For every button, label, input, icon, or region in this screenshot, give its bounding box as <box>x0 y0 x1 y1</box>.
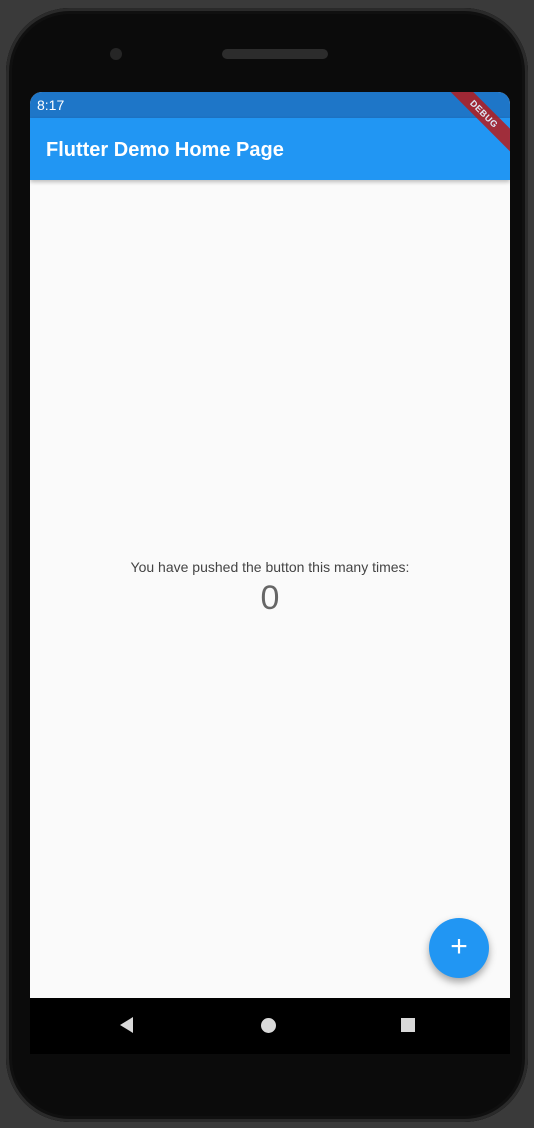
earpiece-speaker <box>222 49 328 59</box>
add-icon: + <box>450 930 468 963</box>
back-icon[interactable] <box>120 1017 133 1033</box>
navigation-bar <box>30 998 510 1054</box>
page-title: Flutter Demo Home Page <box>46 139 284 161</box>
status-time: 8:17 <box>37 97 65 113</box>
counter-section: You have pushed the button this many tim… <box>30 558 510 618</box>
front-camera <box>110 48 122 60</box>
home-icon[interactable] <box>261 1018 276 1033</box>
app-bar: Flutter Demo Home Page <box>30 118 510 180</box>
increment-button[interactable]: + <box>429 918 489 978</box>
device-screen: 8:17 Flutter Demo Home Page DEBUG You ha… <box>30 92 510 998</box>
status-bar: 8:17 <box>30 92 510 118</box>
recents-icon[interactable] <box>401 1018 415 1032</box>
counter-label: You have pushed the button this many tim… <box>130 559 410 575</box>
counter-value: 0 <box>260 579 280 617</box>
